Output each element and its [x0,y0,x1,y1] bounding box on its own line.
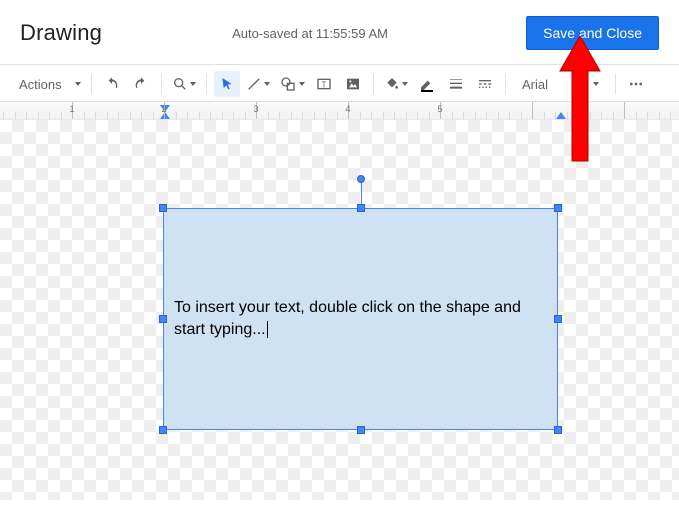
resize-handle-r[interactable] [554,315,562,323]
shape-tool-button[interactable] [276,71,308,97]
redo-button[interactable] [128,71,154,97]
dialog-title: Drawing [20,20,102,46]
resize-handle-t[interactable] [357,204,365,212]
zoom-button[interactable] [169,71,199,97]
horizontal-ruler[interactable]: 1 2 3 4 5 [0,102,679,120]
textbox-text: To insert your text, double click on the… [174,299,521,338]
resize-handle-br[interactable] [554,426,562,434]
toolbar: Actions T Arial [0,64,679,102]
textbox-tool-button[interactable]: T [311,71,337,97]
fill-color-button[interactable] [381,71,411,97]
drawing-canvas[interactable]: To insert your text, double click on the… [0,120,679,500]
resize-handle-tl[interactable] [159,204,167,212]
autosave-status: Auto-saved at 11:55:59 AM [232,26,388,41]
toolbar-separator [161,74,162,94]
border-color-button[interactable] [414,71,440,97]
ruler-number: 4 [345,104,350,114]
selected-textbox-shape[interactable]: To insert your text, double click on the… [163,208,558,430]
font-family-dropdown[interactable] [582,71,608,97]
resize-handle-bl[interactable] [159,426,167,434]
ruler-number: 5 [437,104,442,114]
resize-handle-l[interactable] [159,315,167,323]
rotation-handle[interactable] [357,175,365,183]
toolbar-separator [91,74,92,94]
border-weight-button[interactable] [443,71,469,97]
actions-label: Actions [13,77,73,92]
select-tool-button[interactable] [214,71,240,97]
toolbar-separator [206,74,207,94]
actions-menu-button[interactable]: Actions [10,71,84,97]
textbox-content[interactable]: To insert your text, double click on the… [164,297,557,340]
ruler-number: 1 [69,104,74,114]
font-family-button[interactable]: Arial [513,71,579,97]
toolbar-separator [373,74,374,94]
toolbar-separator [505,74,506,94]
resize-handle-tr[interactable] [554,204,562,212]
ruler-number: 2 [161,104,166,114]
save-and-close-button[interactable]: Save and Close [526,16,659,50]
rotation-line [361,181,362,205]
svg-text:T: T [322,80,327,89]
font-name-label: Arial [516,77,576,92]
image-tool-button[interactable] [340,71,366,97]
line-tool-button[interactable] [243,71,273,97]
text-cursor-icon [267,321,268,338]
border-dash-button[interactable] [472,71,498,97]
more-button[interactable] [623,71,649,97]
undo-button[interactable] [99,71,125,97]
right-indent-marker-icon[interactable] [556,112,566,119]
toolbar-separator [615,74,616,94]
dialog-header: Drawing Auto-saved at 11:55:59 AM Save a… [0,0,679,64]
resize-handle-b[interactable] [357,426,365,434]
ruler-number: 3 [253,104,258,114]
